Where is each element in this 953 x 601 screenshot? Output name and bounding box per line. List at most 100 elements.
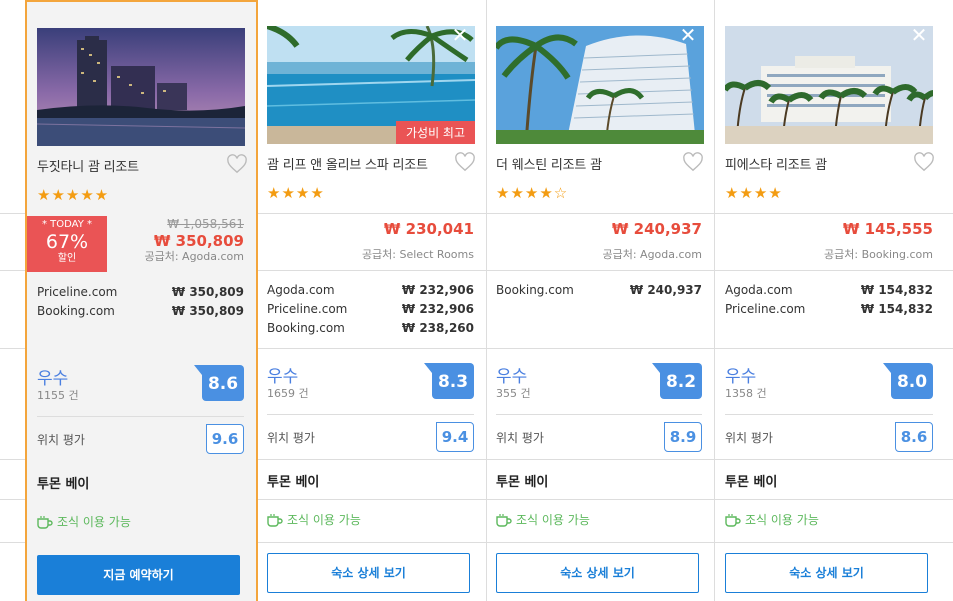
view-details-button[interactable]: 숙소 상세 보기 <box>267 553 470 593</box>
star-rating: ★★★★ <box>725 184 783 202</box>
other-price-row[interactable]: Agoda.com ₩ 232,906 <box>267 283 474 297</box>
area-name: 투몬 베이 <box>496 475 549 490</box>
review-score-badge: 8.6 <box>194 365 244 401</box>
discount-label: 할인 <box>57 253 77 264</box>
review-score-badge: 8.2 <box>652 363 702 399</box>
breakfast-info: 조식 이용 가능 <box>37 513 131 530</box>
other-price-row[interactable]: Booking.com ₩ 350,809 <box>37 304 244 318</box>
site-name: Priceline.com <box>725 302 806 316</box>
location-rating-label: 위치 평가 <box>37 433 85 447</box>
area-name: 투몬 베이 <box>267 475 320 490</box>
site-price: ₩ 238,260 <box>401 321 474 335</box>
view-details-button[interactable]: 숙소 상세 보기 <box>725 553 928 593</box>
today-discount-badge: * TODAY * 67% 할인 <box>27 216 107 272</box>
area-name: 투몬 베이 <box>37 477 90 492</box>
divider <box>267 414 474 415</box>
hotel-card-dusit-thani: 두짓타니 괌 리조트 ★★★★★ * TODAY * 67% 할인 ₩ 1,05… <box>25 0 258 601</box>
other-price-row[interactable]: Booking.com ₩ 238,260 <box>267 321 474 335</box>
other-price-row[interactable]: Priceline.com ₩ 350,809 <box>37 285 244 299</box>
close-icon[interactable]: ✕ <box>450 25 470 46</box>
rating-word: 우수 <box>725 367 757 387</box>
discount-percent: 67% <box>45 231 89 253</box>
site-name: Booking.com <box>37 304 115 318</box>
site-name: Priceline.com <box>267 302 348 316</box>
divider <box>496 414 702 415</box>
view-details-button[interactable]: 숙소 상세 보기 <box>496 553 699 593</box>
hotel-comparison-grid: 두짓타니 괌 리조트 ★★★★★ * TODAY * 67% 할인 ₩ 1,05… <box>0 0 953 601</box>
supplier: 공급처: Agoda.com <box>602 248 702 261</box>
supplier: 공급처: Agoda.com <box>144 250 244 263</box>
other-price-row[interactable]: Booking.com ₩ 240,937 <box>496 283 702 297</box>
heart-icon[interactable] <box>682 152 704 172</box>
close-icon[interactable]: ✕ <box>678 25 698 46</box>
review-count[interactable]: 1155 건 <box>37 387 79 403</box>
hotel-name[interactable]: 피에스타 리조트 괌 <box>725 154 827 173</box>
review-score-badge: 8.0 <box>883 363 933 399</box>
value-badge: 가성비 최고 <box>395 121 475 144</box>
site-price: ₩ 350,809 <box>171 304 244 318</box>
site-price: ₩ 232,906 <box>401 302 474 316</box>
hotel-card-fiesta: ✕ 피에스타 리조트 괌 ★★★★ ₩ 145,555 공급처: Booking… <box>715 0 945 601</box>
breakfast-info: 조식 이용 가능 <box>725 511 819 528</box>
breakfast-info: 조식 이용 가능 <box>496 511 590 528</box>
rating-word: 우수 <box>496 367 528 387</box>
best-price[interactable]: ₩ 240,937 <box>612 220 702 238</box>
breakfast-info: 조식 이용 가능 <box>267 511 361 528</box>
hotel-name[interactable]: 두짓타니 괌 리조트 <box>37 156 139 175</box>
review-count[interactable]: 1358 건 <box>725 385 767 401</box>
close-icon[interactable]: ✕ <box>909 25 929 46</box>
site-name: Priceline.com <box>37 285 118 299</box>
location-score-badge: 9.4 <box>436 422 474 452</box>
heart-icon[interactable] <box>454 152 476 172</box>
review-count[interactable]: 1659 건 <box>267 385 309 401</box>
site-price: ₩ 240,937 <box>629 283 702 297</box>
breakfast-label: 조식 이용 가능 <box>516 513 590 527</box>
hotel-name[interactable]: 더 웨스틴 리조트 괌 <box>496 154 602 173</box>
coffee-cup-icon <box>725 514 741 527</box>
location-score-badge: 9.6 <box>206 424 244 454</box>
hotel-photo[interactable] <box>37 28 245 146</box>
location-score-badge: 8.9 <box>664 422 702 452</box>
book-now-button[interactable]: 지금 예약하기 <box>37 555 240 595</box>
rating-word: 우수 <box>37 369 69 389</box>
hotel-card-leo-palace: 가성비 최고 ✕ 괌 리프 앤 올리브 스파 리조트 ★★★★ ₩ 230,04… <box>257 0 487 601</box>
review-score-badge: 8.3 <box>424 363 474 399</box>
best-price[interactable]: ₩ 230,041 <box>384 220 474 238</box>
best-price[interactable]: ₩ 145,555 <box>843 220 933 238</box>
hotel-name[interactable]: 괌 리프 앤 올리브 스파 리조트 <box>267 154 428 173</box>
breakfast-label: 조식 이용 가능 <box>57 515 131 529</box>
other-price-row[interactable]: Priceline.com ₩ 232,906 <box>267 302 474 316</box>
supplier: 공급처: Select Rooms <box>361 248 474 261</box>
area-name: 투몬 베이 <box>725 475 778 490</box>
site-name: Booking.com <box>267 321 345 335</box>
review-count[interactable]: 355 건 <box>496 385 531 401</box>
hotel-photo[interactable] <box>725 26 933 144</box>
star-rating: ★★★★☆ <box>496 184 569 202</box>
divider <box>725 414 933 415</box>
original-price: ₩ 1,058,561 <box>167 217 244 231</box>
site-price: ₩ 154,832 <box>860 283 933 297</box>
other-price-row[interactable]: Agoda.com ₩ 154,832 <box>725 283 933 297</box>
star-rating: ★★★★★ <box>37 186 110 204</box>
divider <box>37 416 244 417</box>
heart-icon[interactable] <box>913 152 935 172</box>
today-label: * TODAY * <box>41 219 93 230</box>
hotel-card-westin: ✕ 더 웨스틴 리조트 괌 ★★★★☆ ₩ 240,937 공급처: Agoda… <box>486 0 715 601</box>
site-name: Agoda.com <box>267 283 335 297</box>
heart-icon[interactable] <box>226 154 248 174</box>
rating-word: 우수 <box>267 367 299 387</box>
coffee-cup-icon <box>37 516 53 529</box>
location-rating-label: 위치 평가 <box>496 431 544 445</box>
site-price: ₩ 154,832 <box>860 302 933 316</box>
site-name: Booking.com <box>496 283 574 297</box>
site-price: ₩ 350,809 <box>171 285 244 299</box>
site-price: ₩ 232,906 <box>401 283 474 297</box>
coffee-cup-icon <box>267 514 283 527</box>
hotel-photo[interactable] <box>496 26 704 144</box>
other-price-row[interactable]: Priceline.com ₩ 154,832 <box>725 302 933 316</box>
coffee-cup-icon <box>496 514 512 527</box>
supplier: 공급처: Booking.com <box>824 248 933 261</box>
location-score-badge: 8.6 <box>895 422 933 452</box>
hotel-photo[interactable]: 가성비 최고 <box>267 26 475 144</box>
site-name: Agoda.com <box>725 283 793 297</box>
